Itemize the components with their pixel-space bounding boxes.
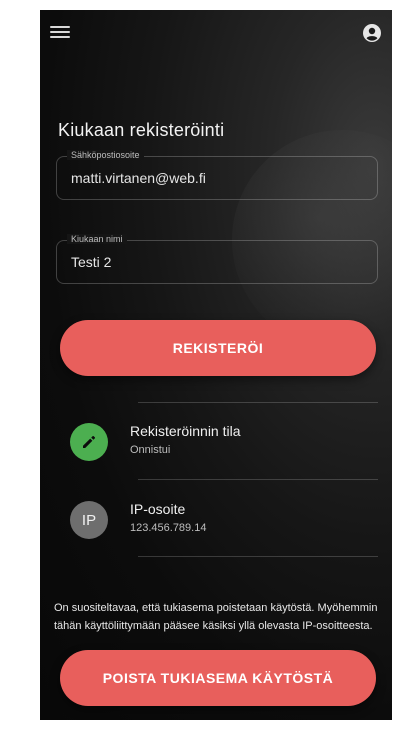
account-circle-icon[interactable] — [362, 23, 382, 43]
divider — [138, 556, 378, 557]
divider — [138, 479, 378, 480]
registration-status-avatar — [70, 423, 108, 461]
page-title: Kiukaan rekisteröinti — [58, 120, 225, 140]
registration-status-item: Rekisteröinnin tila Onnistui — [70, 413, 380, 473]
oven-name-field-value[interactable]: Testi 2 — [71, 254, 111, 270]
email-field-label: Sähköpostiosoite — [67, 150, 144, 160]
disable-access-point-button[interactable]: POISTA TUKIASEMA KÄYTÖSTÄ — [60, 650, 376, 706]
ip-avatar: IP — [70, 501, 108, 539]
app-screen: Kiukaan rekisteröinti Sähköpostiosoite m… — [40, 10, 392, 720]
email-field-value[interactable]: matti.virtanen@web.fi — [71, 170, 206, 186]
pencil-icon — [83, 435, 96, 448]
menu-icon[interactable] — [50, 26, 70, 40]
divider — [138, 402, 378, 403]
ip-address-value: 123.456.789.14 — [130, 522, 207, 534]
recommendation-note: On suositeltavaa, että tukiasema poistet… — [54, 602, 378, 632]
top-app-bar — [40, 10, 392, 58]
registration-status-title: Rekisteröinnin tila — [130, 423, 241, 439]
ip-address-title: IP-osoite — [130, 501, 186, 517]
oven-name-field-label: Kiukaan nimi — [67, 234, 127, 244]
ip-address-item: IP IP-osoite 123.456.789.14 — [70, 491, 380, 551]
registration-status-value: Onnistui — [130, 444, 171, 456]
oven-name-field[interactable]: Kiukaan nimi Testi 2 — [56, 234, 378, 284]
email-field[interactable]: Sähköpostiosoite matti.virtanen@web.fi — [56, 150, 378, 200]
register-button[interactable]: REKISTERÖI — [60, 320, 376, 376]
